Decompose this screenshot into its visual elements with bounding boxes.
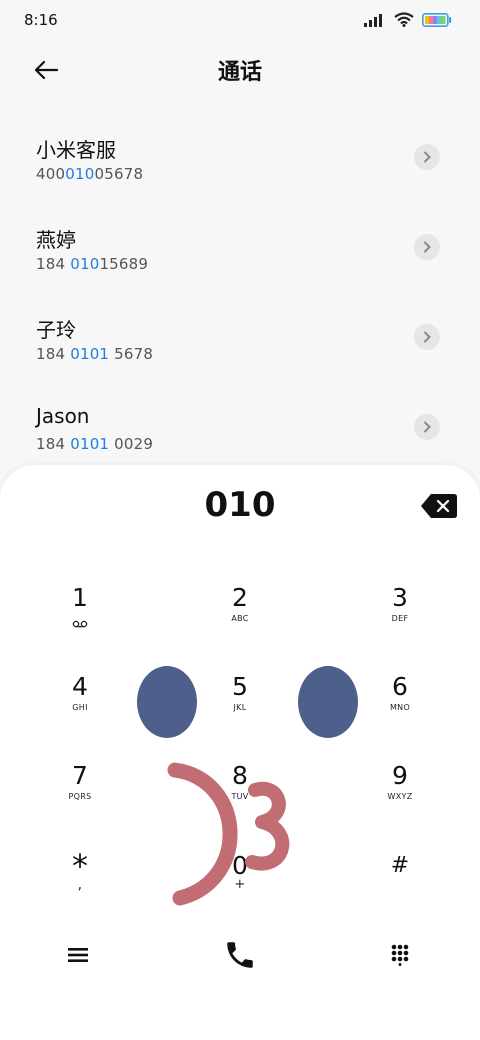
dialpad-button[interactable]	[380, 935, 420, 975]
backspace-button[interactable]	[420, 493, 458, 519]
contact-name: 小米客服	[36, 138, 116, 162]
key-3[interactable]: 3 DEF	[355, 583, 445, 653]
key-2[interactable]: 2 ABC	[195, 583, 285, 653]
voicemail-icon	[72, 620, 88, 628]
chevron-right-icon	[424, 331, 431, 343]
key-7[interactable]: 7 PQRS	[35, 761, 125, 831]
contact-name: Jason	[36, 404, 90, 428]
status-bar: 8:16	[0, 0, 480, 40]
phone-icon	[227, 942, 253, 968]
key-1[interactable]: 1	[35, 583, 125, 653]
chevron-right-icon	[424, 151, 431, 163]
page-title: 通话	[217, 60, 262, 85]
status-icons	[364, 12, 452, 27]
key-6[interactable]: 6 MNO	[355, 672, 445, 742]
key-hash[interactable]: #	[355, 851, 445, 921]
header: 通话	[0, 44, 480, 96]
battery-icon	[422, 12, 452, 27]
status-time: 8:16	[24, 11, 58, 29]
key-4[interactable]: 4 GHI	[35, 672, 125, 742]
key-star[interactable]: * ,	[35, 850, 125, 921]
contact-detail-button[interactable]	[414, 144, 440, 170]
contact-detail-button[interactable]	[414, 414, 440, 440]
signal-icon	[364, 13, 382, 27]
dialer-panel: 010 1 2 ABC 3 DEF 4 GHI 5 JKL 6 MNO 7 PQ…	[0, 465, 480, 1040]
contact-number: 184 0101 0029	[36, 435, 154, 453]
contact-name: 子玲	[36, 318, 76, 342]
contact-list: 小米客服 40001005678 燕婷 184 01015689 子玲 184 …	[0, 116, 480, 476]
chevron-right-icon	[424, 241, 431, 253]
menu-icon	[68, 948, 88, 962]
call-button[interactable]	[218, 933, 262, 977]
contact-detail-button[interactable]	[414, 324, 440, 350]
contact-number: 184 0101 5678	[36, 345, 154, 363]
dial-display: 010	[204, 485, 276, 525]
key-5[interactable]: 5 JKL	[195, 672, 285, 742]
backspace-icon	[421, 494, 457, 518]
key-9[interactable]: 9 WXYZ	[355, 761, 445, 831]
contact-item[interactable]: 子玲 184 0101 5678	[0, 296, 480, 386]
contact-number: 184 01015689	[36, 255, 149, 273]
chevron-right-icon	[424, 421, 431, 433]
dialpad-icon	[391, 944, 409, 966]
contact-number: 40001005678	[36, 165, 144, 183]
key-0[interactable]: 0 +	[195, 851, 285, 921]
contact-detail-button[interactable]	[414, 234, 440, 260]
wifi-icon	[394, 12, 414, 27]
contact-item[interactable]: 燕婷 184 01015689	[0, 206, 480, 296]
menu-button[interactable]	[58, 935, 98, 975]
contact-item[interactable]: 小米客服 40001005678	[0, 116, 480, 206]
contact-item[interactable]: Jason 184 0101 0029	[0, 386, 480, 476]
contact-name: 燕婷	[36, 228, 76, 252]
key-8[interactable]: 8 TUV	[195, 761, 285, 831]
